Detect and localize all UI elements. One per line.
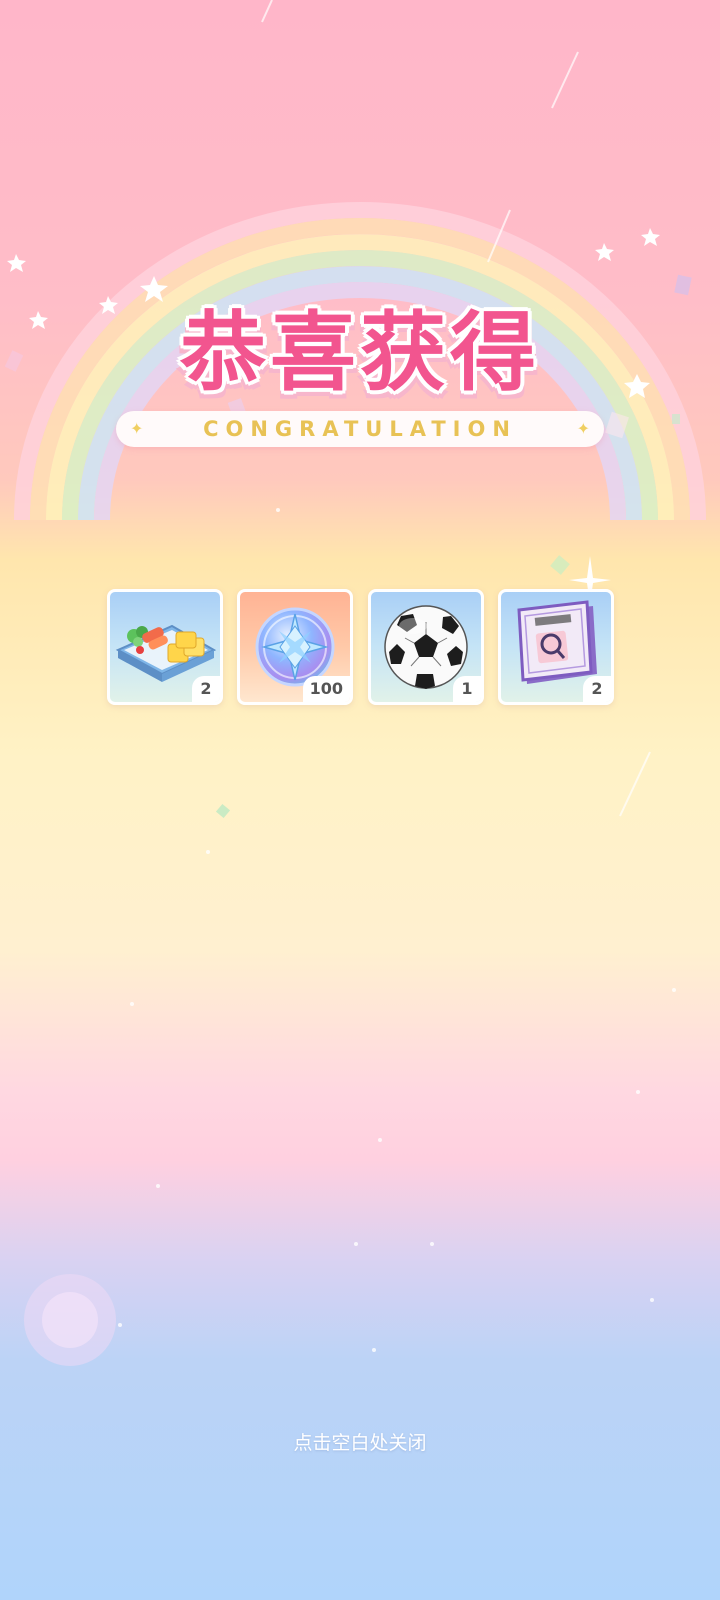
popup-title: 恭喜获得: [180, 303, 540, 403]
reward-item-star-coin[interactable]: 100: [237, 589, 353, 705]
reward-item-bento[interactable]: 2: [107, 589, 223, 705]
item-quantity: 2: [583, 676, 611, 702]
close-hint[interactable]: 点击空白处关闭: [0, 1428, 720, 1455]
reward-item-soccer-ball[interactable]: 1: [368, 589, 484, 705]
sparkle-icon: ✦: [576, 419, 590, 438]
item-quantity: 2: [192, 676, 220, 702]
reward-item-book[interactable]: 2: [498, 589, 614, 705]
item-quantity: 1: [453, 676, 481, 702]
item-quantity: 100: [302, 676, 350, 702]
reward-popup[interactable]: 恭喜获得 ✦ CONGRATULATION ✦ 2 100 1 2 点击空白处关…: [0, 0, 720, 1600]
subtitle-ribbon: ✦ CONGRATULATION ✦: [116, 411, 604, 447]
popup-subtitle: CONGRATULATION: [203, 417, 517, 441]
